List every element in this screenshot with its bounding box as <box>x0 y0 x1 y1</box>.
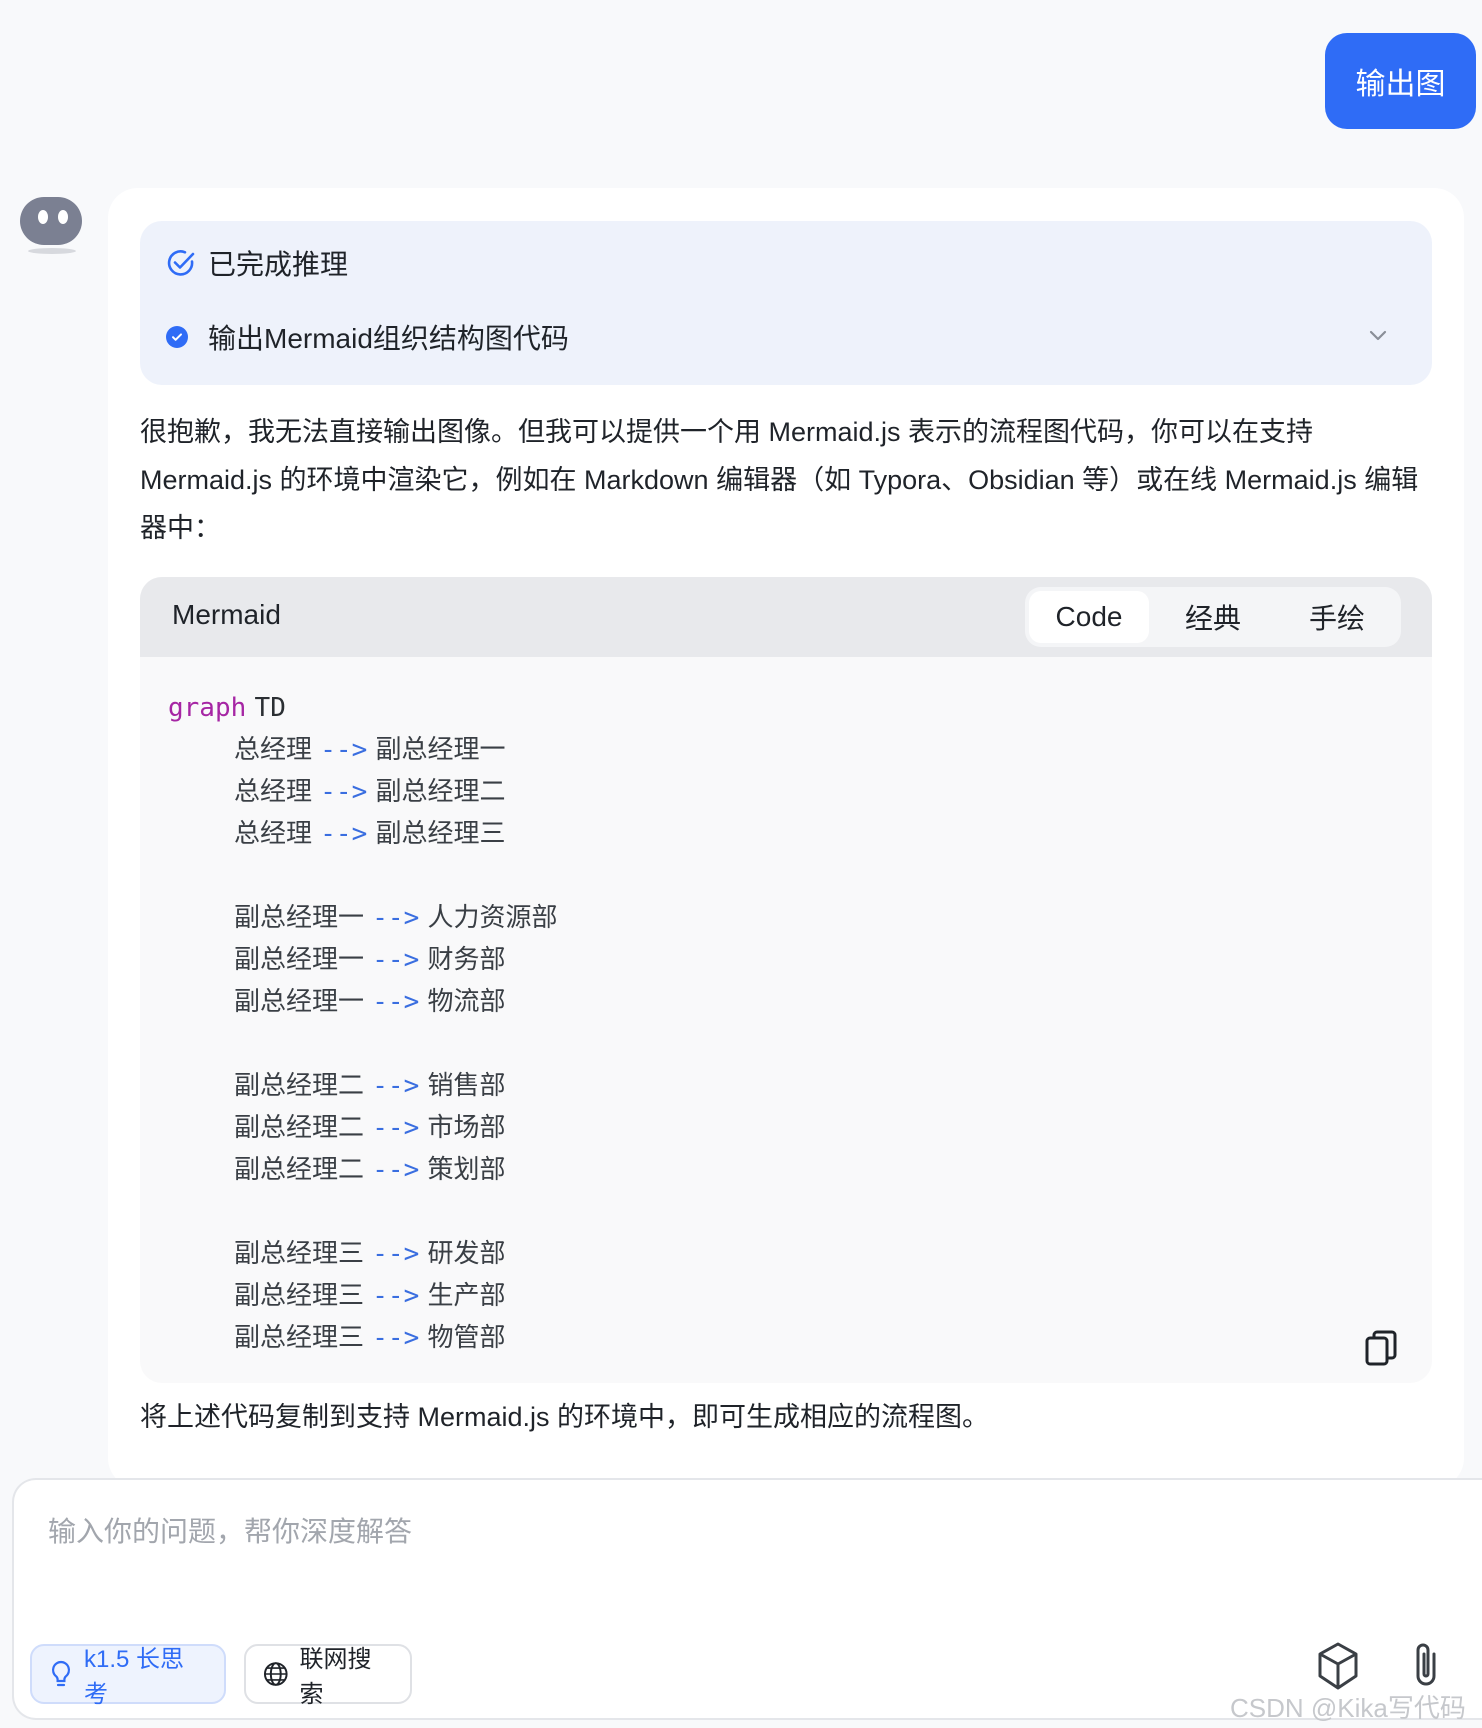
user-message-text: 输出图 <box>1355 68 1446 101</box>
cube-icon[interactable] <box>1314 1640 1362 1692</box>
code-line: 副总经理三 --> 生产部 <box>168 1275 558 1317</box>
reasoning-status: 已完成推理 <box>208 249 349 280</box>
long-thinking-label: k1.5 长思考 <box>84 1646 185 1708</box>
tab-code[interactable]: Code <box>1029 591 1149 643</box>
code-node-from: 副总经理二 <box>234 1071 365 1101</box>
code-line-header: graph TD <box>168 687 558 729</box>
code-node-to: 人力资源部 <box>427 903 558 933</box>
code-line: 副总经理二 --> 策划部 <box>168 1149 558 1191</box>
code-node-from: 副总经理二 <box>234 1113 365 1143</box>
watermark: CSDN @Kika写代码 <box>1230 1693 1466 1723</box>
code-block-header: Mermaid Code 经典 手绘 <box>140 577 1432 657</box>
code-arrow: --> <box>372 945 420 975</box>
copy-icon[interactable] <box>1364 1329 1398 1367</box>
code-node-to: 副总经理一 <box>375 735 506 765</box>
tab-handdrawn[interactable]: 手绘 <box>1277 591 1397 643</box>
globe-icon <box>263 1662 288 1686</box>
code-arrow: --> <box>372 903 420 933</box>
code-arrow: --> <box>372 1155 420 1185</box>
code-arrow: --> <box>320 735 368 765</box>
chat-input-area[interactable]: 输入你的问题，帮你深度解答 k1.5 长思考 联网搜索 <box>12 1478 1482 1720</box>
code-node-to: 市场部 <box>427 1113 506 1143</box>
code-node-to: 销售部 <box>427 1071 506 1101</box>
code-node-from: 副总经理三 <box>234 1281 365 1311</box>
web-search-toggle[interactable]: 联网搜索 <box>244 1644 412 1708</box>
code-line: 副总经理一 --> 人力资源部 <box>168 897 558 939</box>
tab-classic[interactable]: 经典 <box>1153 591 1273 643</box>
code-node-to: 研发部 <box>427 1239 506 1269</box>
answer-intro: 很抱歉，我无法直接输出图像。但我可以提供一个用 Mermaid.js 表示的流程… <box>140 417 1419 543</box>
reasoning-panel[interactable]: 已完成推理 输出Mermaid组织结构图代码 <box>140 221 1432 385</box>
code-node-from: 副总经理三 <box>234 1239 365 1269</box>
attachment-icon[interactable] <box>1406 1640 1446 1692</box>
code-direction: TD <box>254 693 286 723</box>
code-arrow: --> <box>372 1113 420 1143</box>
code-line: 总经理 --> 副总经理三 <box>168 813 558 855</box>
code-language: Mermaid <box>172 599 281 630</box>
view-mode-toggle: Code 经典 手绘 <box>1025 587 1401 647</box>
chat-input-placeholder[interactable]: 输入你的问题，帮你深度解答 <box>48 1510 412 1550</box>
code-node-to: 物流部 <box>427 987 506 1017</box>
code-node-to: 物管部 <box>427 1323 506 1353</box>
reasoning-step-label: 输出Mermaid组织结构图代码 <box>208 323 569 354</box>
check-circle-icon <box>167 250 195 276</box>
long-thinking-toggle[interactable]: k1.5 长思考 <box>30 1644 226 1708</box>
code-node-from: 副总经理一 <box>234 945 365 975</box>
code-line: 副总经理二 --> 销售部 <box>168 1065 558 1107</box>
code-node-to: 副总经理三 <box>375 819 506 849</box>
code-line: 副总经理一 --> 财务部 <box>168 939 558 981</box>
code-arrow: --> <box>372 1323 420 1353</box>
chevron-down-icon[interactable] <box>1364 321 1392 349</box>
code-keyword: graph <box>168 693 247 723</box>
code-line: 总经理 --> 副总经理一 <box>168 729 558 771</box>
code-arrow: --> <box>320 819 368 849</box>
code-node-to: 财务部 <box>427 945 506 975</box>
reasoning-step: 输出Mermaid组织结构图代码 <box>166 317 569 357</box>
code-line: 副总经理三 --> 研发部 <box>168 1233 558 1275</box>
code-arrow: --> <box>372 987 420 1017</box>
code-arrow: --> <box>372 1239 420 1269</box>
code-block: Mermaid Code 经典 手绘 graph TD 总经理 --> 副总经理… <box>140 577 1432 1383</box>
assistant-avatar-icon <box>20 197 82 254</box>
code-node-from: 副总经理二 <box>234 1155 365 1185</box>
answer-outro: 将上述代码复制到支持 Mermaid.js 的环境中，即可生成相应的流程图。 <box>140 1402 990 1432</box>
code-node-from: 总经理 <box>234 735 313 765</box>
code-node-to: 生产部 <box>427 1281 506 1311</box>
code-node-from: 副总经理一 <box>234 987 365 1017</box>
code-node-from: 副总经理一 <box>234 903 365 933</box>
step-check-icon <box>166 326 188 348</box>
reasoning-header: 已完成推理 <box>166 243 348 283</box>
code-node-from: 总经理 <box>234 819 313 849</box>
user-message-bubble: 输出图 <box>1325 33 1476 129</box>
code-arrow: --> <box>320 777 368 807</box>
code-content: graph TD 总经理 --> 副总经理一 总经理 --> 副总经理二 总经理 -… <box>168 687 558 1359</box>
web-search-label: 联网搜索 <box>299 1646 372 1708</box>
code-arrow: --> <box>372 1281 420 1311</box>
code-node-to: 副总经理二 <box>375 777 506 807</box>
code-line: 副总经理二 --> 市场部 <box>168 1107 558 1149</box>
code-node-from: 副总经理三 <box>234 1323 365 1353</box>
lightbulb-icon <box>51 1660 71 1687</box>
code-arrow: --> <box>372 1071 420 1101</box>
code-line: 副总经理三 --> 物管部 <box>168 1317 558 1359</box>
code-node-to: 策划部 <box>427 1155 506 1185</box>
code-line: 总经理 --> 副总经理二 <box>168 771 558 813</box>
code-node-from: 总经理 <box>234 777 313 807</box>
code-line: 副总经理一 --> 物流部 <box>168 981 558 1023</box>
